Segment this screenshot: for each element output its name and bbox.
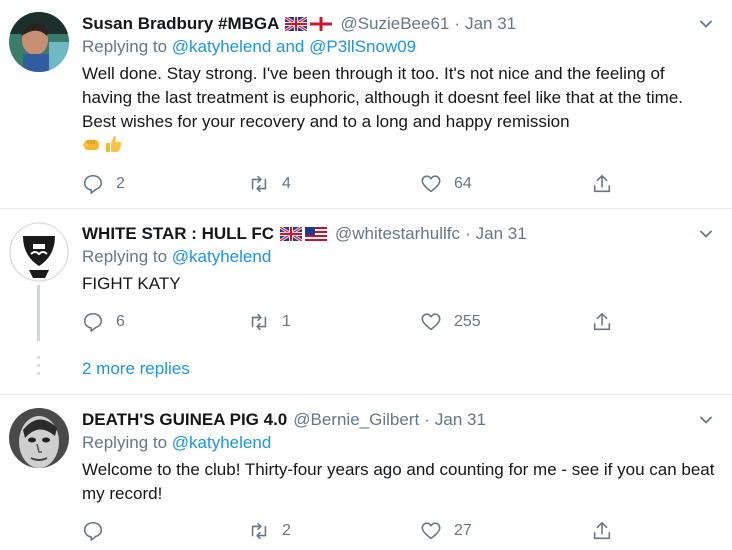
thread-line bbox=[37, 285, 40, 341]
like-count: 255 bbox=[454, 313, 481, 330]
replying-to: Replying to @katyhelend and @P3llSnow09 bbox=[82, 37, 718, 61]
replying-to-links[interactable]: @katyhelend bbox=[172, 433, 272, 452]
separator-dot: · bbox=[424, 410, 430, 429]
uk-flag-icon bbox=[285, 17, 308, 31]
retweet-count: 4 bbox=[282, 175, 291, 192]
reply-count: 6 bbox=[116, 313, 125, 330]
chevron-down-icon[interactable] bbox=[694, 12, 718, 36]
share-icon bbox=[593, 174, 611, 193]
thread-dots bbox=[37, 356, 40, 380]
tweet-1[interactable]: Susan Bradbury #MBGA @SuzieBee61 · Jan 3… bbox=[0, 0, 732, 208]
replying-prefix: Replying to bbox=[82, 433, 168, 452]
avatar[interactable] bbox=[9, 408, 69, 468]
heart-icon bbox=[421, 522, 441, 540]
fist-emoji-icon bbox=[83, 140, 99, 150]
display-name[interactable]: WHITE STAR : HULL FC bbox=[82, 224, 274, 244]
tweet-text-body: Well done. Stay strong. I've been throug… bbox=[82, 64, 684, 131]
display-name[interactable]: Susan Bradbury #MBGA bbox=[82, 14, 279, 34]
tweet-text: Well done. Stay strong. I've been throug… bbox=[82, 62, 718, 158]
replying-to-links[interactable]: @katyhelend and @P3llSnow09 bbox=[172, 37, 416, 56]
avatar[interactable] bbox=[9, 222, 69, 282]
replying-prefix: Replying to bbox=[82, 37, 168, 56]
reply-count: 2 bbox=[116, 175, 125, 192]
like-button[interactable]: 27 bbox=[420, 519, 472, 543]
tweet-date[interactable]: Jan 31 bbox=[476, 224, 527, 244]
like-count: 64 bbox=[454, 175, 472, 192]
like-button[interactable]: 64 bbox=[420, 172, 472, 196]
tweet-date[interactable]: Jan 31 bbox=[435, 410, 486, 430]
share-icon bbox=[593, 312, 611, 331]
replying-to: Replying to @katyhelend bbox=[82, 247, 718, 271]
reply-button[interactable]: 2 bbox=[82, 172, 125, 196]
retweet-button[interactable]: 1 bbox=[248, 310, 291, 334]
replying-to-links[interactable]: @katyhelend bbox=[172, 247, 272, 266]
handle[interactable]: @SuzieBee61 bbox=[340, 14, 449, 34]
share-button[interactable] bbox=[591, 310, 613, 334]
reply-icon bbox=[83, 521, 103, 541]
retweet-button[interactable]: 2 bbox=[248, 519, 291, 543]
separator-dot: · bbox=[454, 14, 461, 33]
us-flag-icon bbox=[305, 227, 328, 241]
retweet-count: 2 bbox=[282, 522, 291, 539]
retweet-icon bbox=[251, 522, 267, 540]
like-button[interactable]: 255 bbox=[420, 310, 481, 334]
tweet-3[interactable]: DEATH'S GUINEA PIG 4.0 @Bernie_Gilbert ·… bbox=[0, 395, 732, 550]
replying-prefix: Replying to bbox=[82, 247, 168, 266]
reply-button[interactable]: 6 bbox=[82, 310, 125, 334]
thumbs-up-emoji-icon bbox=[106, 135, 122, 152]
tweet-text: FIGHT KATY bbox=[82, 274, 181, 293]
replying-to: Replying to @katyhelend bbox=[82, 433, 718, 457]
reply-icon bbox=[83, 174, 103, 194]
uk-flag-icon bbox=[280, 227, 303, 241]
retweet-icon bbox=[251, 313, 267, 331]
share-button[interactable] bbox=[591, 519, 613, 543]
share-icon bbox=[593, 521, 611, 540]
more-replies-link[interactable]: 2 more replies bbox=[82, 359, 190, 379]
chevron-down-icon[interactable] bbox=[694, 408, 718, 432]
reply-button[interactable] bbox=[82, 519, 116, 543]
display-name[interactable]: DEATH'S GUINEA PIG 4.0 bbox=[82, 410, 287, 430]
share-button[interactable] bbox=[591, 172, 613, 196]
tweet-text: Welcome to the club! Thirty-four years a… bbox=[82, 460, 715, 503]
heart-icon bbox=[421, 175, 441, 193]
retweet-count: 1 bbox=[282, 313, 291, 330]
handle[interactable]: @whitestarhullfc bbox=[335, 224, 460, 244]
tweet-date[interactable]: Jan 31 bbox=[465, 14, 516, 34]
handle[interactable]: @Bernie_Gilbert bbox=[293, 410, 419, 430]
heart-icon bbox=[421, 313, 441, 331]
chevron-down-icon[interactable] bbox=[694, 222, 718, 246]
retweet-icon bbox=[251, 175, 267, 193]
retweet-button[interactable]: 4 bbox=[248, 172, 291, 196]
separator-dot: · bbox=[464, 224, 471, 243]
avatar[interactable] bbox=[9, 12, 69, 72]
england-flag-icon bbox=[310, 17, 333, 31]
reply-icon bbox=[83, 312, 103, 332]
like-count: 27 bbox=[454, 522, 472, 539]
tweet-2[interactable]: WHITE STAR : HULL FC @whitestarhullfc · … bbox=[0, 209, 732, 349]
